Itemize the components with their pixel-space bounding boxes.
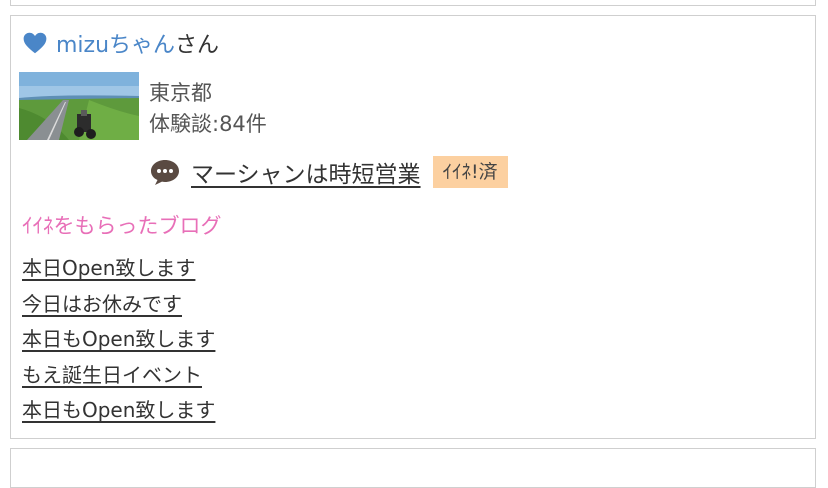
list-item: 本日もOpen致します: [22, 325, 215, 361]
iine-badge[interactable]: ｲｲﾈ!済: [432, 156, 508, 188]
user-avatar[interactable]: [19, 72, 139, 140]
latest-post: マーシャンは時短営業 ｲｲﾈ!済: [149, 154, 508, 190]
user-name-suffix: さん: [175, 33, 220, 58]
previous-card: [10, 0, 816, 6]
list-item: 本日もOpen致します: [22, 396, 215, 432]
heart-icon: [23, 32, 47, 54]
blog-link[interactable]: 今日はお休みです: [22, 292, 182, 316]
latest-post-link[interactable]: マーシャンは時短営業: [191, 155, 421, 189]
blog-link[interactable]: 本日もOpen致します: [22, 398, 215, 422]
user-location: 東京都: [149, 81, 212, 105]
blog-link[interactable]: 本日Open致します: [22, 256, 195, 280]
blog-link[interactable]: 本日もOpen致します: [22, 327, 215, 351]
experience-count: 体験談:84件: [149, 112, 267, 136]
list-item: 今日はお休みです: [22, 290, 215, 326]
liked-blogs-heading: ｲｲﾈをもらったブログ: [22, 214, 222, 238]
user-info: 東京都 体験談:84件: [149, 78, 267, 140]
user-name[interactable]: mizuちゃん: [56, 27, 175, 59]
speech-bubble-icon: [151, 160, 179, 185]
user-header[interactable]: mizuちゃん さん: [22, 28, 219, 58]
blog-link[interactable]: もえ誕生日イベント: [22, 363, 202, 387]
liked-blogs-list: 本日Open致します 今日はお休みです 本日もOpen致します もえ誕生日イベン…: [22, 254, 215, 432]
next-card: [10, 448, 816, 488]
user-card: mizuちゃん さん 東京都 体験談:84件 マーシャンは時短営業 ｲｲﾈ!済 ｲ…: [10, 15, 816, 439]
list-item: 本日Open致します: [22, 254, 215, 290]
list-item: もえ誕生日イベント: [22, 361, 215, 397]
